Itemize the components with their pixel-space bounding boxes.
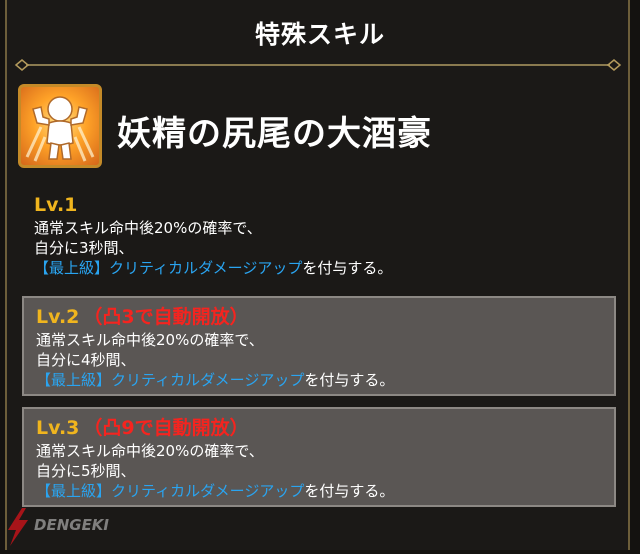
level-label: Lv.1 — [34, 194, 78, 216]
level-1-block: Lv.1 通常スキル命中後20%の確率で、 自分に3秒間、 【最上級】クリティカ… — [18, 190, 618, 288]
level-2-block: Lv.2 （凸3で自動開放） 通常スキル命中後20%の確率で、 自分に4秒間、 【… — [22, 296, 616, 396]
level-label: Lv.2 — [36, 306, 80, 328]
level-header: Lv.1 — [34, 194, 618, 218]
level-header: Lv.3 （凸9で自動開放） — [36, 417, 614, 441]
effect-highlight: 【最上級】クリティカルダメージアップ — [34, 259, 303, 277]
effect-line-1: 通常スキル命中後20%の確率で、 — [36, 442, 264, 460]
lightning-logo-icon — [8, 508, 28, 546]
effect-highlight: 【最上級】クリティカルダメージアップ — [36, 482, 305, 500]
skill-name: 妖精の尻尾の大酒豪 — [117, 114, 432, 154]
effect-tail: を付与する。 — [304, 371, 395, 389]
effect-highlight: 【最上級】クリティカルダメージアップ — [36, 371, 305, 389]
effect-tail: を付与する。 — [304, 482, 395, 500]
effect-line-2: 自分に4秒間、 — [36, 351, 136, 369]
effect-line-1: 通常スキル命中後20%の確率で、 — [36, 331, 264, 349]
panel-title: 特殊スキル — [254, 20, 385, 49]
effect-line-2: 自分に3秒間、 — [34, 239, 134, 257]
unlock-condition: （凸9で自動開放） — [83, 417, 249, 439]
watermark-text: DENGEKI — [34, 516, 110, 534]
unlock-condition: （凸3で自動開放） — [83, 306, 249, 328]
flexing-character-icon — [18, 84, 102, 168]
effect-line-3: 【最上級】クリティカルダメージアップを付与する。 — [36, 481, 614, 501]
effect-tail: を付与する。 — [302, 259, 393, 277]
effect-line-3: 【最上級】クリティカルダメージアップを付与する。 — [34, 258, 618, 278]
effect-line-1: 通常スキル命中後20%の確率で、 — [34, 219, 262, 237]
level-label: Lv.3 — [36, 417, 80, 439]
effect-line-3: 【最上級】クリティカルダメージアップを付与する。 — [36, 370, 614, 390]
watermark: DENGEKI — [0, 502, 120, 550]
level-3-block: Lv.3 （凸9で自動開放） 通常スキル命中後20%の確率で、 自分に5秒間、 【… — [22, 407, 616, 507]
title-divider — [14, 59, 622, 71]
effect-line-2: 自分に5秒間、 — [36, 462, 136, 480]
level-header: Lv.2 （凸3で自動開放） — [36, 306, 614, 330]
